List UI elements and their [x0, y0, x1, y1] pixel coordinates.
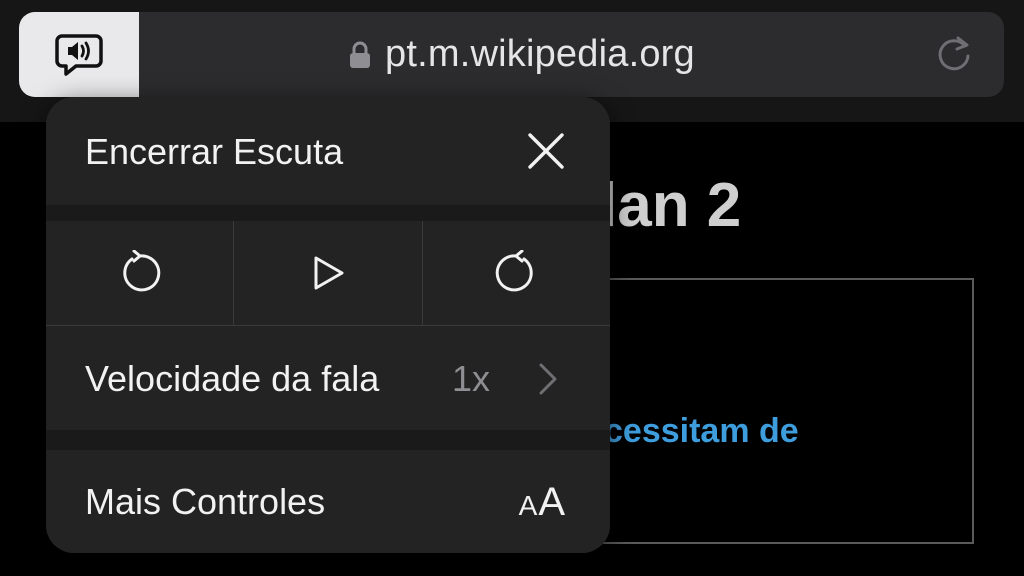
reload-icon[interactable] — [932, 32, 976, 76]
play-icon — [314, 256, 344, 290]
text-size-icon: AA — [518, 480, 566, 524]
listen-button[interactable] — [19, 12, 139, 97]
rewind-circle-icon — [122, 250, 160, 292]
article-link-fragment[interactable]: cessitam de — [604, 412, 799, 451]
end-listening-label[interactable]: Encerrar Escuta — [85, 131, 343, 173]
address-bar[interactable]: pt.m.wikipedia.org — [19, 12, 1004, 97]
more-controls-label: Mais Controles — [85, 481, 326, 522]
article-heading-fragment: lan 2 — [600, 171, 742, 240]
speech-rate-value: 1x — [452, 358, 491, 399]
listen-popover: Encerrar Escuta Velocidade da fala 1x Ma… — [46, 97, 610, 553]
more-controls-row[interactable]: Mais Controles AA — [46, 450, 610, 553]
article-infobox — [590, 278, 974, 544]
speaker-bubble-icon — [55, 33, 103, 76]
playback-controls — [46, 221, 610, 325]
close-icon[interactable] — [526, 131, 566, 171]
url-text: pt.m.wikipedia.org — [385, 33, 695, 75]
popover-header: Encerrar Escuta — [46, 97, 610, 205]
url-display[interactable]: pt.m.wikipedia.org — [349, 12, 695, 97]
speech-rate-label: Velocidade da fala — [85, 358, 380, 399]
forward-circle-icon — [496, 250, 534, 292]
speech-rate-row[interactable]: Velocidade da fala 1x — [46, 326, 610, 430]
lock-icon — [350, 41, 370, 68]
chevron-right-icon — [539, 363, 557, 395]
skip-back-button[interactable] — [46, 221, 235, 325]
section-separator — [46, 430, 610, 450]
play-button[interactable] — [234, 221, 423, 325]
skip-forward-button[interactable] — [423, 221, 610, 325]
section-separator — [46, 205, 610, 221]
